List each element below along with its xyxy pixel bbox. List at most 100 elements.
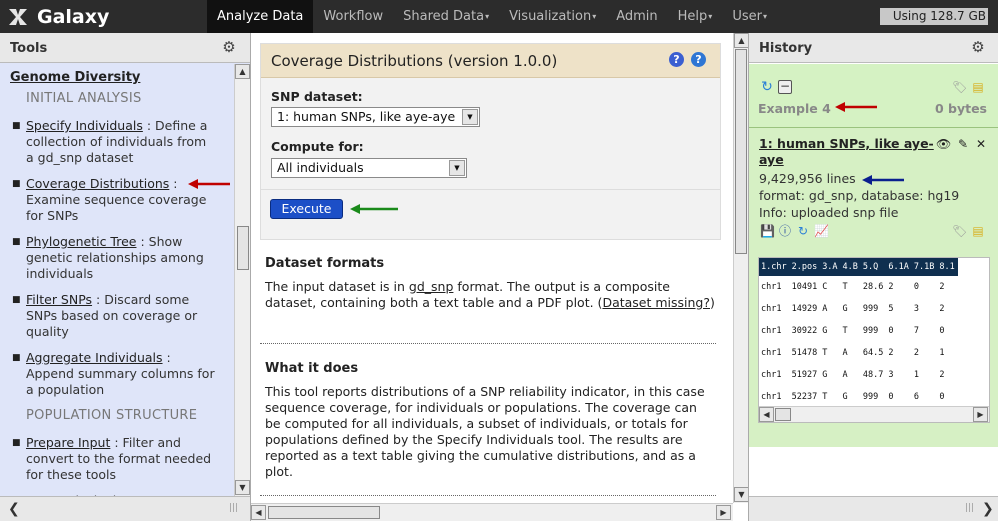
history-options-gear-icon[interactable]: ⚙	[970, 39, 986, 55]
tools-scrollbar[interactable]: ▲ ▼	[234, 64, 250, 496]
scroll-right-arrow-icon[interactable]: ▶	[716, 505, 731, 520]
collapse-icon[interactable]: −	[778, 80, 792, 94]
tag-icon[interactable]: 🏷	[952, 80, 967, 94]
scroll-thumb[interactable]	[735, 49, 747, 254]
collapse-right-icon[interactable]: ❯	[982, 501, 994, 517]
tool-link[interactable]: Coverage Distributions	[26, 176, 169, 191]
blue-arrow-annotation	[862, 175, 904, 185]
edit-pencil-icon[interactable]: ✎	[956, 137, 970, 151]
annotate-icon[interactable]: ▤	[971, 80, 985, 94]
dataset-missing-link[interactable]: Dataset missing?	[602, 295, 710, 310]
section-genome-diversity[interactable]: Genome Diversity	[10, 70, 234, 85]
snp-dataset-select[interactable]: 1: human SNPs, like aye-aye ▼	[271, 107, 480, 127]
visualize-icon[interactable]: 📈	[814, 224, 829, 238]
tool-link[interactable]: Phylogenetic Tree	[26, 234, 136, 249]
peek-scrollbar[interactable]: ◀ ▶	[759, 406, 989, 422]
refresh-icon[interactable]: ↻	[760, 80, 774, 94]
tool-item: ■ Specify Individuals : Define a collecti…	[12, 118, 234, 166]
masthead: Galaxy Analyze Data Workflow Shared Data▾ V…	[0, 0, 998, 33]
gd-snp-link[interactable]: gd_snp	[409, 279, 454, 294]
peek-cell: 7	[913, 326, 919, 336]
scroll-up-arrow-icon[interactable]: ▲	[235, 64, 250, 79]
nav-tab-label: Admin	[616, 9, 658, 24]
annotate-icon[interactable]: ▤	[971, 224, 985, 238]
scroll-left-arrow-icon[interactable]: ◀	[759, 407, 774, 422]
app-title: Galaxy	[37, 6, 110, 28]
peek-cell: C	[822, 282, 828, 292]
peek-cell: chr1	[761, 348, 782, 358]
scroll-down-arrow-icon[interactable]: ▼	[235, 480, 250, 495]
scroll-left-arrow-icon[interactable]: ◀	[251, 505, 266, 520]
nav-tab-shared-data[interactable]: Shared Data▾	[393, 0, 499, 33]
peek-cell: 51927	[791, 370, 818, 380]
center-horizontal-scrollbar[interactable]: ◀ ▶	[251, 503, 733, 521]
eye-icon[interactable]: 👁	[936, 137, 951, 151]
caret-down-icon: ▾	[762, 12, 767, 21]
scroll-thumb[interactable]	[237, 226, 249, 270]
dropdown-arrow-icon[interactable]: ▼	[449, 160, 465, 176]
nav-tab-user[interactable]: User▾	[722, 0, 777, 33]
tool-form: Coverage Distributions (version 1.0.0) ?…	[260, 43, 721, 240]
tool-link[interactable]: Aggregate Individuals	[26, 350, 163, 365]
galaxy-logo-icon	[6, 6, 30, 28]
center-scrollbar[interactable]: ▲ ▼	[733, 33, 749, 503]
peek-column-header: 7.1B	[911, 258, 938, 276]
peek-cell: A	[842, 370, 848, 380]
tool-text: Specify Individuals : Define a collectio…	[26, 118, 216, 166]
resize-grip-icon[interactable]: |||	[965, 503, 974, 513]
collapse-left-icon[interactable]: ❮	[8, 501, 20, 517]
scroll-down-arrow-icon[interactable]: ▼	[734, 487, 749, 502]
scroll-right-arrow-icon[interactable]: ▶	[973, 407, 988, 422]
tool-link[interactable]: Filter SNPs	[26, 292, 92, 307]
peek-cell: G	[842, 392, 848, 402]
dropdown-arrow-icon[interactable]: ▼	[462, 109, 478, 125]
help-info-icon[interactable]: ?	[691, 52, 706, 67]
peek-cell: 6	[913, 392, 919, 402]
what-it-does-paragraph: This tool reports distributions of a SNP…	[265, 384, 705, 479]
peek-cell: 999	[862, 326, 879, 336]
brand[interactable]: Galaxy	[6, 5, 109, 29]
tool-link[interactable]: Specify Individuals	[26, 118, 143, 133]
label-population-structure: POPULATION STRUCTURE	[26, 408, 198, 423]
tools-options-gear-icon[interactable]: ⚙	[221, 39, 237, 55]
peek-column-header: 5.Q	[860, 258, 887, 276]
tool-item: ■ Phylogenetic Tree : Show genetic relati…	[12, 234, 234, 282]
history-name[interactable]: Example 4	[758, 101, 831, 116]
rerun-icon[interactable]: ↻	[796, 224, 810, 238]
delete-x-icon[interactable]: ✕	[974, 137, 988, 151]
help-question-icon[interactable]: ?	[669, 52, 684, 67]
scroll-up-arrow-icon[interactable]: ▲	[734, 33, 749, 48]
peek-cell: chr1	[761, 304, 782, 314]
compute-for-select[interactable]: All individuals ▼	[271, 158, 467, 178]
peek-cell: G	[822, 370, 828, 380]
nav-tab-label: Visualization	[509, 9, 592, 24]
dataset-title[interactable]: 1: human SNPs, like aye-aye	[759, 136, 939, 168]
red-arrow-annotation	[835, 102, 877, 112]
nav-tab-help[interactable]: Help▾	[668, 0, 723, 33]
info-icon[interactable]: ⓘ	[778, 224, 792, 238]
history-footer: ||| ❯	[749, 496, 998, 521]
nav-tab-visualization[interactable]: Visualization▾	[499, 0, 606, 33]
tool-list: Genome Diversity INITIAL ANALYSIS ■ Speci…	[0, 64, 234, 496]
tool-item: ■ Filter SNPs : Discard some SNPs based o…	[12, 292, 234, 340]
tag-icon[interactable]: 🏷	[952, 224, 967, 238]
tool-link[interactable]: Prepare Input	[26, 435, 110, 450]
bullet-icon: ■	[12, 237, 21, 247]
peek-cell: T	[842, 282, 848, 292]
caret-down-icon: ▾	[708, 12, 713, 21]
nav-tab-admin[interactable]: Admin	[606, 0, 667, 33]
resize-grip-icon[interactable]: |||	[229, 503, 238, 513]
peek-cell: 0	[913, 282, 919, 292]
nav-tab-workflow[interactable]: Workflow	[313, 0, 393, 33]
scroll-thumb[interactable]	[775, 408, 791, 421]
peek-cell: 3	[888, 370, 894, 380]
peek-column-header: 8.1	[937, 258, 958, 276]
tool-item: ■ Aggregate Individuals : Append summary …	[12, 350, 234, 398]
scroll-thumb[interactable]	[268, 506, 380, 519]
peek-cell: 999	[862, 392, 879, 402]
nav-tab-analyze-data[interactable]: Analyze Data	[207, 0, 314, 33]
save-icon[interactable]: 💾	[760, 224, 775, 238]
divider	[260, 495, 716, 496]
execute-button[interactable]: Execute	[270, 199, 343, 219]
history-title: History	[759, 41, 813, 56]
